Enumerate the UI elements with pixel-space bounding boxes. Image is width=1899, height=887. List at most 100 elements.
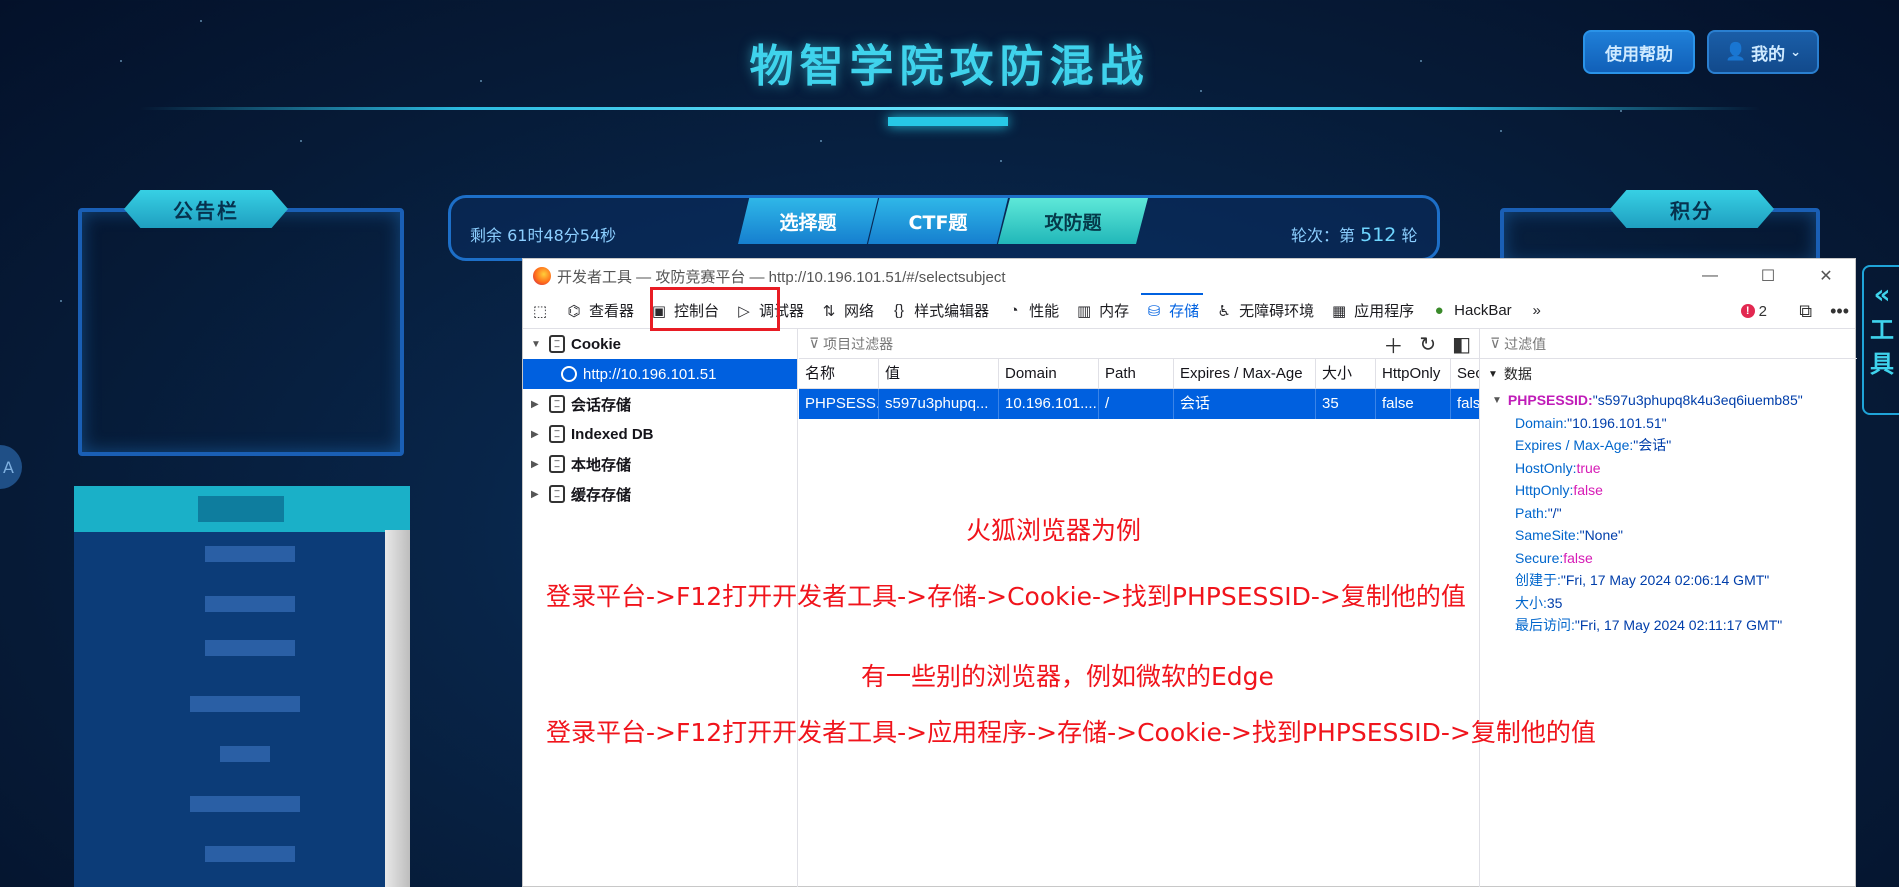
column-header[interactable]: Domain [999,358,1099,389]
tab-label: 攻防题 [1044,211,1102,234]
help-button[interactable]: 使用帮助 [1583,30,1695,74]
collapse-left-icon: « [1873,280,1891,310]
cookie-detail-row[interactable]: Path: "/" [1480,502,1857,525]
cookie-detail-row[interactable]: 最后访问: "Fri, 17 May 2024 02:11:17 GMT" [1480,614,1857,637]
tree-item-session-storage[interactable]: ▶ – – 会话存储 [523,389,797,419]
tab-label: 选择题 [779,211,837,234]
tool-label: 应用程序 [1354,303,1415,320]
tab-memory[interactable]: ▥ 内存 [1067,293,1137,329]
tab-performance[interactable]: ◔ 性能 [997,293,1067,329]
cell-size: 35 [1316,389,1376,419]
tab-network[interactable]: ⇅ 网络 [812,293,882,329]
inspector-icon: ⌬ [567,302,581,320]
tab-accessibility[interactable]: ♿ 无障碍环境 [1207,293,1322,329]
cell-expires: 会话 [1174,389,1316,419]
toggle-sidebar-icon[interactable]: ◧ [1452,332,1471,357]
tree-label: http://10.196.101.51 [583,365,717,383]
collapsed-triangle-icon: ▶ [531,398,539,410]
tab-ctf[interactable]: CTF题 [868,198,1008,244]
cell-value: s597u3phupq... [879,389,999,419]
detail-key: SameSite: [1515,527,1580,544]
cookie-detail-row[interactable]: HttpOnly: false [1480,479,1857,502]
item-filter-placeholder: 项目过滤器 [823,335,894,352]
cookie-detail-row[interactable]: Domain: "10.196.101.51" [1480,412,1857,435]
annotation-other-browsers: 有一些别的浏览器，例如微软的Edge [861,662,1274,691]
tool-label: 查看器 [589,303,635,320]
tree-label: Cookie [571,335,622,353]
tab-application[interactable]: ▦ 应用程序 [1322,293,1422,329]
list-item [205,846,295,862]
side-toggle-button[interactable]: A [0,445,22,489]
tab-inspector[interactable]: ⌬ 查看器 [557,293,642,329]
cookie-detail-row[interactable]: Expires / Max-Age: "会话" [1480,434,1857,457]
tab-choice-questions[interactable]: 选择题 [738,198,878,244]
tree-label: Indexed DB [571,425,654,443]
cookie-detail-row[interactable]: Secure: false [1480,547,1857,570]
annotation-firefox-steps: 登录平台->F12打开开发者工具->存储->Cookie->找到PHPSESSI… [546,582,1466,611]
detail-key: HostOnly: [1515,459,1577,476]
window-controls: — ☐ ✕ [1681,259,1855,293]
database-icon: – – [549,455,565,473]
column-header[interactable]: 名称 [799,358,879,389]
tree-item-cache-storage[interactable]: ▶ – – 缓存存储 [523,479,797,509]
column-header[interactable]: 值 [879,358,999,389]
filter-icon: ⊽ [1490,335,1505,351]
add-item-icon[interactable]: ＋ [1383,330,1403,359]
value-filter[interactable]: ⊽ 过滤值 [1480,329,1857,359]
title-divider-accent [888,117,1008,126]
tab-style-editor[interactable]: {} 样式编辑器 [882,293,997,329]
column-header[interactable]: Secu [1451,359,1479,389]
column-header[interactable]: Path [1099,358,1174,389]
cookie-detail-row[interactable]: 创建于: "Fri, 17 May 2024 02:06:14 GMT" [1480,569,1857,592]
more-options-icon[interactable]: ••• [1830,301,1849,322]
detail-key: Expires / Max-Age: [1515,437,1634,454]
tab-attack-defense[interactable]: 攻防题 [998,198,1148,244]
user-icon: 👤 [1724,42,1747,62]
tab-storage[interactable]: ⛁ 存储 [1137,292,1207,329]
style-editor-icon: {} [894,302,905,319]
my-account-label: 我的 [1751,44,1786,65]
globe-icon [561,366,577,382]
column-header[interactable]: Expires / Max-Age [1174,358,1316,389]
more-tools-button[interactable]: » [1520,293,1554,329]
close-icon[interactable]: ✕ [1797,259,1855,293]
tools-side-button[interactable]: « 工具 [1862,265,1899,415]
table-row[interactable]: PHPSESS... s597u3phupq... 10.196.101....… [799,389,1479,419]
column-header[interactable]: 大小 [1316,358,1376,389]
refresh-icon[interactable]: ↻ [1419,332,1436,357]
item-filter[interactable]: ⊽ 项目过滤器 ＋ ↻ ◧ [799,329,1479,359]
filter-icon: ⊽ [809,335,824,351]
cookie-root-entry[interactable]: ▼ PHPSESSID: "s597u3phupq8k4u3eq6iuemb85… [1480,389,1857,412]
devtools-window: 开发者工具 — 攻防竞赛平台 — http://10.196.101.51/#/… [522,258,1857,887]
my-account-button[interactable]: 👤 我的 ⌄ [1707,30,1819,74]
notice-board-panel [78,208,404,456]
collapsed-triangle-icon: ▶ [531,458,539,470]
title-divider [140,107,1760,110]
element-picker-button[interactable]: ⬚ [523,293,557,329]
dock-icon[interactable]: ⧉ [1799,301,1812,322]
tree-item-indexed-db[interactable]: ▶ – – Indexed DB [523,419,797,449]
help-button-label: 使用帮助 [1605,44,1673,65]
error-icon: ! [1740,304,1755,318]
data-section-header[interactable]: ▼ 数据 [1480,359,1857,389]
cookie-detail-row[interactable]: 大小: 35 [1480,592,1857,615]
maximize-icon[interactable]: ☐ [1739,259,1797,293]
database-icon: – – [549,395,565,413]
minimize-icon[interactable]: — [1681,259,1739,293]
error-counter[interactable]: ! 2 [1740,293,1767,329]
tree-item-cookie[interactable]: ▼ – – Cookie [523,329,797,359]
memory-icon: ▥ [1077,302,1092,320]
tree-item-cookie-host[interactable]: http://10.196.101.51 [523,359,797,389]
list-item [190,696,300,712]
cookie-name: PHPSESSID [1507,392,1589,409]
column-header[interactable]: HttpOnly [1376,358,1451,389]
tree-item-local-storage[interactable]: ▶ – – 本地存储 [523,449,797,479]
cookie-detail-row[interactable]: SameSite: "None" [1480,524,1857,547]
list-item [205,596,295,612]
list-item [205,546,295,562]
cookie-detail-row[interactable]: HostOnly: true [1480,457,1857,480]
tab-hackbar[interactable]: ● HackBar [1422,293,1520,329]
round-indicator: 轮次：第 512 轮 [1291,222,1417,246]
cookie-value: "s597u3phupq8k4u3eq6iuemb85" [1592,392,1803,409]
cookie-detail-list: Domain: "10.196.101.51" Expires / Max-Age:… [1480,412,1857,637]
